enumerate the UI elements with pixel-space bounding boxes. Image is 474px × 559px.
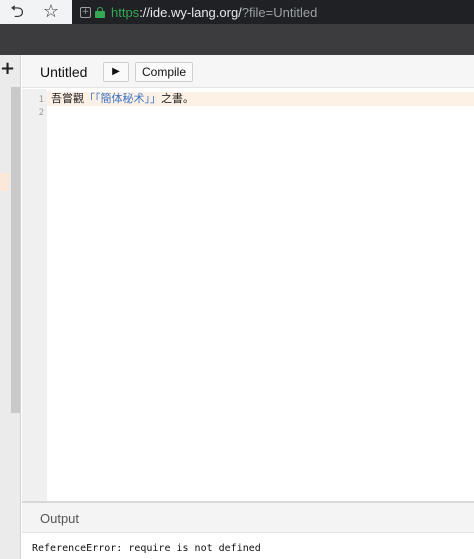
sidebar-scrollbar[interactable] bbox=[11, 87, 20, 413]
code-keyword: 吾嘗觀 bbox=[51, 92, 84, 105]
url-scheme: https bbox=[111, 4, 140, 20]
output-header: Output bbox=[22, 503, 474, 533]
url-path: ?file=Untitled bbox=[241, 4, 318, 20]
editor-toolbar: Untitled ▶ Compile bbox=[22, 55, 474, 88]
browser-toolbar: ⮌ ☆ + https://ide.wy-lang.org/?file=Unti… bbox=[0, 0, 474, 24]
line-gutter: 1 2 bbox=[22, 89, 47, 501]
code-editor[interactable]: 1 2 吾嘗觀「「簡体秘术」」之書。 bbox=[22, 89, 474, 501]
lock-icon bbox=[95, 6, 105, 18]
reload-icon[interactable]: ⮌ bbox=[6, 2, 28, 22]
url-host: ://ide.wy-lang.org/ bbox=[139, 4, 242, 20]
star-icon[interactable]: ☆ bbox=[40, 2, 62, 22]
file-title[interactable]: Untitled bbox=[40, 64, 87, 80]
compile-button[interactable]: Compile bbox=[135, 62, 194, 82]
add-file-button[interactable]: + bbox=[0, 58, 15, 80]
sidebar-active-file[interactable] bbox=[0, 173, 9, 191]
code-bracket: 「 bbox=[84, 92, 95, 105]
code-line[interactable]: 吾嘗觀「「簡体秘术」」之書。 bbox=[51, 92, 194, 106]
output-text: ReferenceError: require is not defined bbox=[32, 543, 261, 554]
code-keyword: 之書。 bbox=[161, 92, 194, 105]
app-header bbox=[0, 24, 474, 55]
run-button[interactable]: ▶ bbox=[103, 62, 129, 82]
output-panel: Output ReferenceError: require is not de… bbox=[22, 503, 474, 559]
file-sidebar: + bbox=[0, 55, 21, 559]
address-bar[interactable]: + https://ide.wy-lang.org/?file=Untitled bbox=[72, 0, 474, 24]
line-number: 2 bbox=[38, 108, 44, 118]
site-info-icon[interactable]: + bbox=[80, 6, 91, 18]
output-title: Output bbox=[40, 511, 80, 526]
code-module-name: 簡体秘术 bbox=[100, 92, 145, 105]
line-number: 1 bbox=[38, 95, 44, 105]
code-bracket: 」 bbox=[150, 92, 161, 105]
